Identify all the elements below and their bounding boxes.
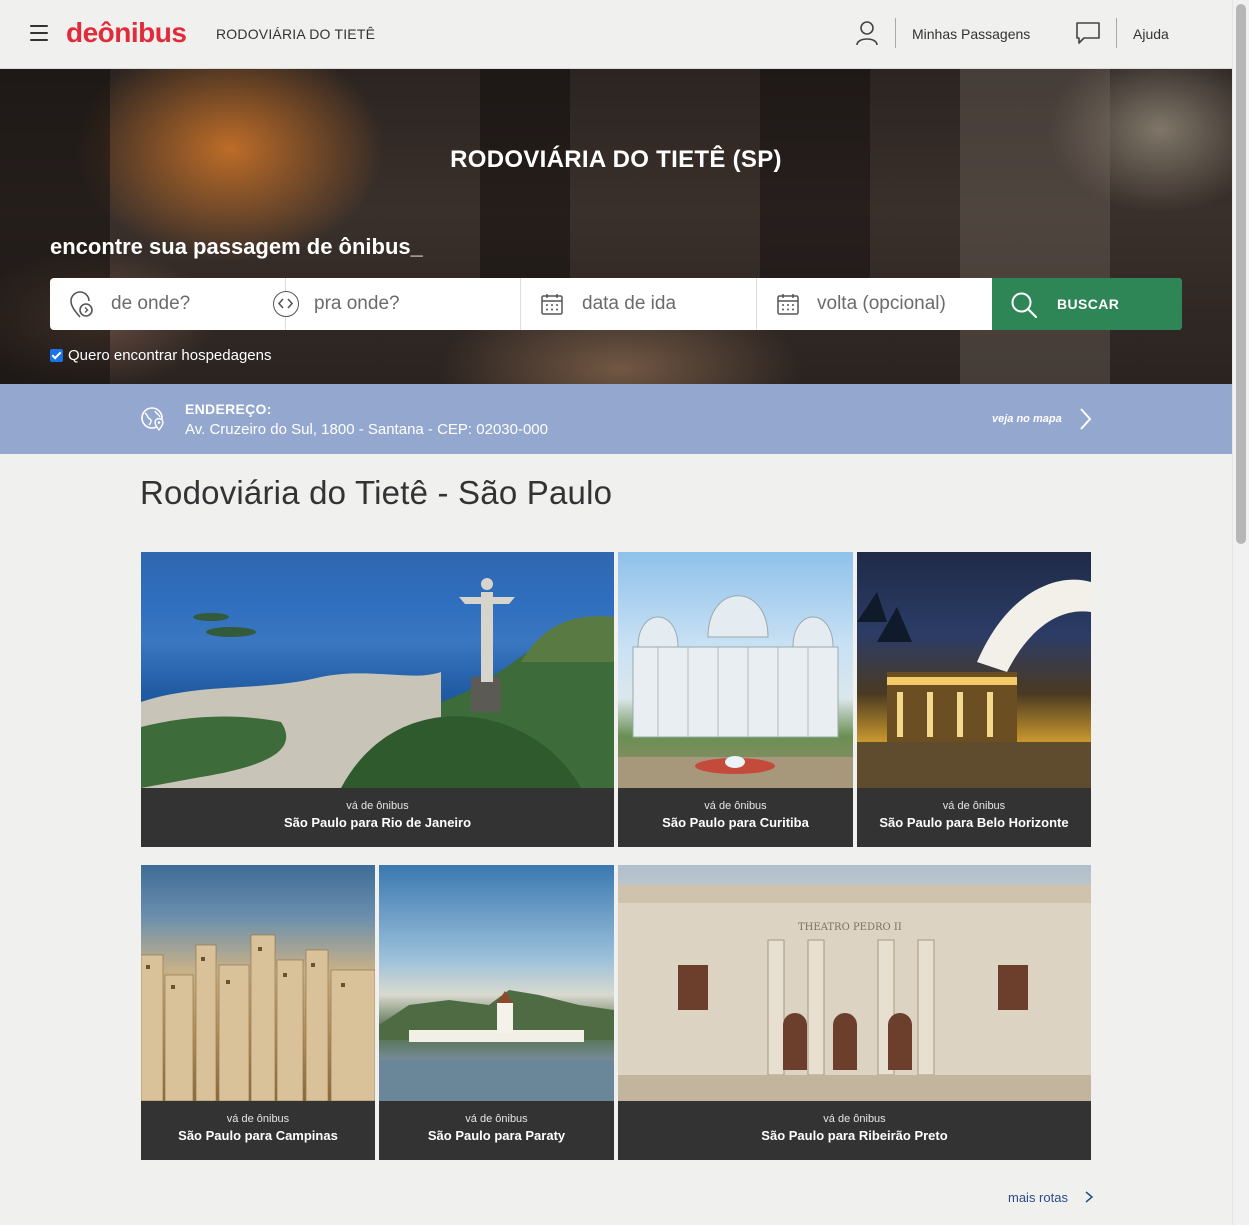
route-card-curitiba[interactable]: vá de ônibus São Paulo para Curitiba [618,552,853,847]
route-kicker: vá de ônibus [465,1113,528,1125]
route-kicker: vá de ônibus [226,1113,290,1125]
hero-building [960,69,1110,384]
route-kicker: vá de ônibus [942,800,1006,812]
route-title: São Paulo para Rio de Janeiro [283,815,472,830]
more-routes-link[interactable]: mais rotas [1008,1190,1068,1205]
chevron-right-icon[interactable] [1084,1190,1094,1204]
origin-field[interactable]: de onde? [50,278,286,330]
departure-placeholder: data de ida [582,293,677,314]
view-map-link[interactable]: veja no mapa [992,413,1062,425]
logo[interactable]: deônibus [66,17,187,49]
help-link[interactable]: Ajuda [1133,26,1169,42]
hero-title: RODOVIÁRIA DO TIETÊ (SP) [450,146,782,173]
hero-banner: RODOVIÁRIA DO TIETÊ (SP) encontre sua pa… [0,69,1232,384]
calendar-icon [777,294,799,315]
header-divider [1116,18,1117,48]
return-placeholder: volta (opcional) [817,293,946,314]
header-title: RODOVIÁRIA DO TIETÊ [216,26,376,42]
route-card-rio-de-janeiro[interactable]: vá de ônibus São Paulo para Rio de Janei… [141,552,614,847]
route-caption: vá de ônibus São Paulo para Paraty [379,1103,614,1160]
route-photo [857,552,1091,788]
route-card-campinas[interactable]: vá de ônibus São Paulo para Campinas [141,865,375,1160]
hero-building [0,69,110,384]
destination-field[interactable]: pra onde? [286,278,521,330]
route-photo [141,552,614,788]
route-caption: vá de ônibus São Paulo para Campinas [141,1103,375,1160]
route-photo: THEATRO PEDRO II [618,865,1091,1101]
search-bar: de onde? pra onde? data de ida volta (op… [50,278,1182,330]
search-button-label: BUSCAR [1057,296,1120,312]
route-photo [141,865,375,1101]
page-title: Rodoviária do Tietê - São Paulo [140,474,613,511]
return-date-field[interactable]: volta (opcional) [757,278,992,330]
my-tickets-link[interactable]: Minhas Passagens [912,26,1030,42]
chat-icon[interactable] [1075,21,1101,45]
route-title: São Paulo para Curitiba [662,815,809,830]
scrollbar-thumb[interactable] [1236,4,1246,544]
route-title: São Paulo para Ribeirão Preto [761,1128,948,1143]
menu-icon[interactable] [30,25,48,41]
route-title: São Paulo para Paraty [427,1128,566,1143]
chevron-right-icon[interactable] [1078,407,1092,431]
top-header: deônibus RODOVIÁRIA DO TIETÊ Minhas Pass… [0,0,1232,69]
address-label: ENDEREÇO: [185,401,272,417]
lodging-checkbox[interactable] [50,349,63,362]
departure-date-field[interactable]: data de ida [521,278,757,330]
svg-text:THEATRO PEDRO II: THEATRO PEDRO II [798,922,902,933]
route-kicker: vá de ônibus [823,1113,886,1125]
route-card-paraty[interactable]: vá de ônibus São Paulo para Paraty [379,865,614,1160]
lodging-checkbox-label[interactable]: Quero encontrar hospedagens [68,347,271,364]
address-value: Av. Cruzeiro do Sul, 1800 - Santana - CE… [185,421,548,438]
page-scrollbar[interactable] [1232,0,1249,1225]
address-bar: ENDEREÇO: Av. Cruzeiro do Sul, 1800 - Sa… [0,384,1232,454]
route-photo [618,552,853,788]
swap-icon[interactable] [273,291,299,317]
hero-building [760,69,870,309]
destination-placeholder: pra onde? [314,293,400,314]
lodging-option[interactable]: Quero encontrar hospedagens [50,347,271,364]
route-title: São Paulo para Campinas [178,1128,338,1143]
route-photo [379,865,614,1101]
route-caption: vá de ônibus São Paulo para Ribeirão Pre… [618,1103,1091,1160]
route-kicker: vá de ônibus [704,800,767,812]
route-card-belo-horizonte[interactable]: vá de ônibus São Paulo para Belo Horizon… [857,552,1091,847]
search-icon [1011,292,1038,319]
user-icon[interactable] [855,20,879,46]
globe-pin-icon [141,407,164,432]
route-card-ribeirao-preto[interactable]: THEATRO PEDRO II vá de ônibus São Paulo … [618,865,1091,1160]
hero-subtitle: encontre sua passagem de ônibus_ [50,234,423,259]
route-caption: vá de ônibus São Paulo para Curitiba [618,790,853,847]
origin-placeholder: de onde? [111,293,191,314]
route-caption: vá de ônibus São Paulo para Belo Horizon… [857,790,1091,847]
search-button[interactable]: BUSCAR [992,278,1182,330]
route-title: São Paulo para Belo Horizonte [879,815,1069,830]
location-pin-icon [70,291,93,318]
header-divider [895,18,896,48]
route-caption: vá de ônibus São Paulo para Rio de Janei… [141,790,614,847]
route-kicker: vá de ônibus [346,800,409,812]
calendar-icon [541,294,563,315]
